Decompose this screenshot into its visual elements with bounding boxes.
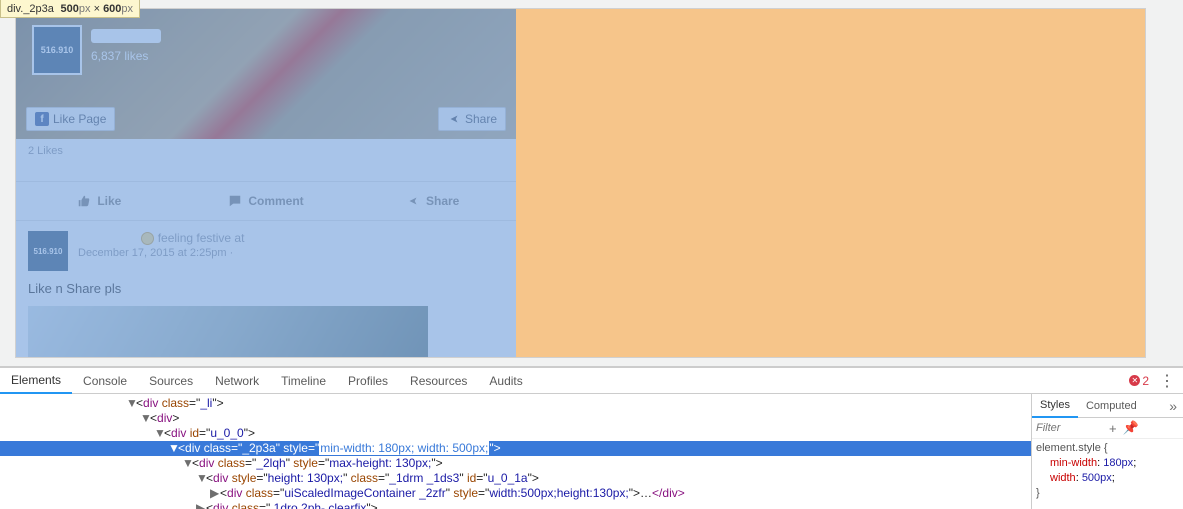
post: 516.910 feeling festive at December 17, … <box>16 221 516 358</box>
post-comment-button[interactable]: Comment <box>183 182 350 220</box>
like-page-button[interactable]: f Like Page <box>26 107 115 131</box>
post-image[interactable] <box>28 306 428 358</box>
post-author-redacted <box>78 233 138 245</box>
tab-network[interactable]: Network <box>204 368 270 393</box>
share-page-label: Share <box>465 112 497 126</box>
tab-profiles[interactable]: Profiles <box>337 368 399 393</box>
post-meta: feeling festive at December 17, 2015 at … <box>78 231 504 259</box>
page-avatar[interactable]: 516.910 <box>32 25 82 75</box>
rule-selector: element.style { <box>1036 441 1179 456</box>
dom-selected-node: ▼<div class="_2p3a" style="min-width: 18… <box>0 441 1031 456</box>
inspect-tooltip: div._2p3a 500px × 600px <box>0 0 140 18</box>
post-timestamp: December 17, 2015 at 2:25pm · <box>78 247 436 259</box>
facebook-icon: f <box>35 112 49 126</box>
rule-close: } <box>1036 486 1179 501</box>
css-declaration: min-width: 180px; <box>1036 456 1179 471</box>
page-likes-count: 6,837 likes <box>91 49 148 63</box>
browser-viewport: div._2p3a 500px × 600px 516.910 6,837 li… <box>0 0 1183 367</box>
tab-resources[interactable]: Resources <box>399 368 478 393</box>
style-rules[interactable]: element.style { min-width: 180px; width:… <box>1032 439 1183 503</box>
error-icon: ✕ <box>1129 375 1140 386</box>
post-share-button[interactable]: Share <box>349 182 516 220</box>
styles-filter-row: + 📌 <box>1032 418 1183 439</box>
post-location-redacted-2 <box>236 248 436 259</box>
tab-styles[interactable]: Styles <box>1032 395 1078 418</box>
new-style-rule-icon[interactable]: + <box>1106 421 1120 436</box>
festive-emoji-icon <box>141 232 154 245</box>
pin-icon[interactable]: 📌 <box>1120 420 1142 436</box>
tab-elements[interactable]: Elements <box>0 369 72 394</box>
feeling-label: feeling festive at <box>158 231 245 245</box>
styles-filter-input[interactable] <box>1036 422 1106 434</box>
css-declaration: width: 500px; <box>1036 471 1179 486</box>
post-likes-count: 2 Likes <box>16 139 516 163</box>
post-location-redacted <box>248 233 298 245</box>
devtools-menu-icon[interactable]: ⋮ <box>1159 371 1175 391</box>
devtools-panel: Elements Console Sources Network Timelin… <box>0 367 1183 509</box>
post-like-button[interactable]: Like <box>16 182 183 220</box>
dom-tree[interactable]: ▼<div class="_li"> ▼<div> ▼<div id="u_0_… <box>0 394 1031 509</box>
page-frame: 516.910 6,837 likes f Like Page Share 2 … <box>15 8 1146 358</box>
feed: 2 Likes Like Comment Share <box>16 139 516 358</box>
devtools-tabs: Elements Console Sources Network Timelin… <box>0 368 1183 394</box>
post-body: Like n Share pls <box>28 271 504 302</box>
tab-sources[interactable]: Sources <box>138 368 204 393</box>
thumbs-up-icon <box>77 194 91 208</box>
tab-console[interactable]: Console <box>72 368 138 393</box>
devtools-body: ▼<div class="_li"> ▼<div> ▼<div id="u_0_… <box>0 394 1183 509</box>
error-count[interactable]: ✕2 <box>1129 374 1149 388</box>
share-icon <box>447 112 461 126</box>
tab-audits[interactable]: Audits <box>478 368 533 393</box>
like-page-label: Like Page <box>53 112 106 126</box>
share-page-button[interactable]: Share <box>438 107 506 131</box>
page-name-redacted <box>91 29 161 43</box>
styles-panel: Styles Computed » + 📌 element.style { mi… <box>1031 394 1183 509</box>
inspect-margin-overlay <box>516 9 1145 358</box>
comment-icon <box>228 194 242 208</box>
post-avatar[interactable]: 516.910 <box>28 231 68 271</box>
post-actions-bar: Like Comment Share <box>16 181 516 221</box>
share-icon <box>406 194 420 208</box>
tab-computed[interactable]: Computed <box>1078 394 1145 417</box>
more-tabs-icon[interactable]: » <box>1163 398 1183 414</box>
tab-timeline[interactable]: Timeline <box>270 368 337 393</box>
cover-photo: 516.910 6,837 likes f Like Page Share <box>16 9 516 139</box>
styles-tabs: Styles Computed » <box>1032 394 1183 418</box>
